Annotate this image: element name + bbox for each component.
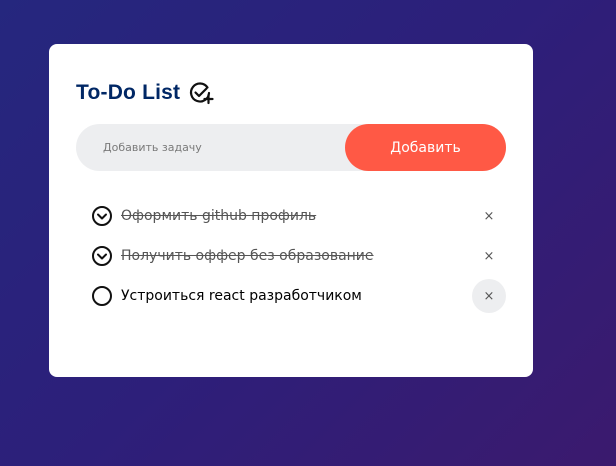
delete-button[interactable]: × [472,199,506,233]
task-input[interactable] [76,124,346,171]
task-item: Устроиться react разработчиком × [91,276,506,316]
delete-button[interactable]: × [472,239,506,273]
todo-card: To-Do List Добавить Оформить github проф… [49,44,533,377]
task-item: Получить оффер без образование × [91,236,506,276]
task-text: Оформить github профиль [121,208,317,224]
checked-circle-icon[interactable] [91,205,113,227]
checked-circle-icon[interactable] [91,245,113,267]
add-task-row: Добавить [76,124,506,171]
task-text: Получить оффер без образование [121,248,374,264]
delete-button[interactable]: × [472,279,506,313]
header: To-Do List [76,80,214,106]
add-button[interactable]: Добавить [345,124,506,171]
task-list: Оформить github профиль × Получить оффер… [91,196,506,316]
task-text: Устроиться react разработчиком [121,288,362,304]
app-title: To-Do List [76,81,181,104]
unchecked-circle-icon[interactable] [91,285,113,307]
check-add-icon [188,80,214,106]
task-item: Оформить github профиль × [91,196,506,236]
